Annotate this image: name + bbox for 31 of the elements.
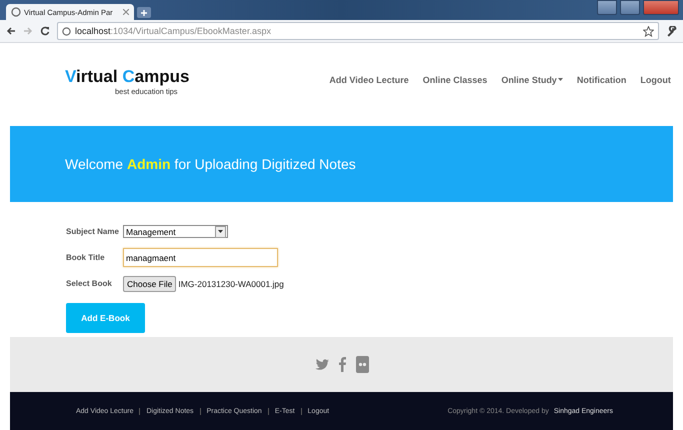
nav-link[interactable]: Online Study <box>501 74 563 84</box>
book-title-field[interactable]: managmaent <box>123 248 278 267</box>
welcome-heading: Welcome Admin for Uploading Digitized Notes <box>65 156 356 172</box>
field-label: Book Title <box>66 253 106 262</box>
nav-link[interactable]: Add Video Lecture <box>329 74 409 84</box>
minimize-button[interactable] <box>597 0 617 15</box>
close-icon[interactable] <box>123 9 129 15</box>
globe-icon <box>11 7 21 17</box>
nav-link[interactable]: Online Classes <box>422 74 488 84</box>
globe-icon <box>62 26 71 36</box>
reload-icon[interactable] <box>40 26 50 36</box>
choose-file-button[interactable]: Choose File <box>123 276 176 292</box>
back-icon[interactable] <box>6 26 16 36</box>
plus-icon <box>141 10 147 16</box>
new-tab-button[interactable] <box>137 7 151 18</box>
site-logo[interactable]: Virtual Campus <box>65 67 190 87</box>
nav-link[interactable]: Notification <box>576 74 626 84</box>
address-field[interactable]: localhost:1034/VirtualCampus/EbookMaster.aspx <box>57 22 659 40</box>
caret-icon <box>558 78 563 81</box>
two-dots-icon[interactable] <box>356 356 368 373</box>
field-label: Subject Name <box>66 227 120 236</box>
maximize-button[interactable] <box>620 0 640 15</box>
close-button[interactable] <box>643 0 679 15</box>
field-label: Select Book <box>66 279 113 288</box>
bird-icon[interactable] <box>314 358 328 370</box>
nav-link[interactable]: Logout <box>640 74 671 84</box>
letter-f-icon[interactable] <box>338 357 346 372</box>
file-name: IMG-20131230-WA0001.jpg <box>178 278 284 288</box>
star-icon[interactable] <box>643 26 654 36</box>
subject-dropdown[interactable]: Management <box>123 225 228 238</box>
caret-icon <box>218 230 223 233</box>
